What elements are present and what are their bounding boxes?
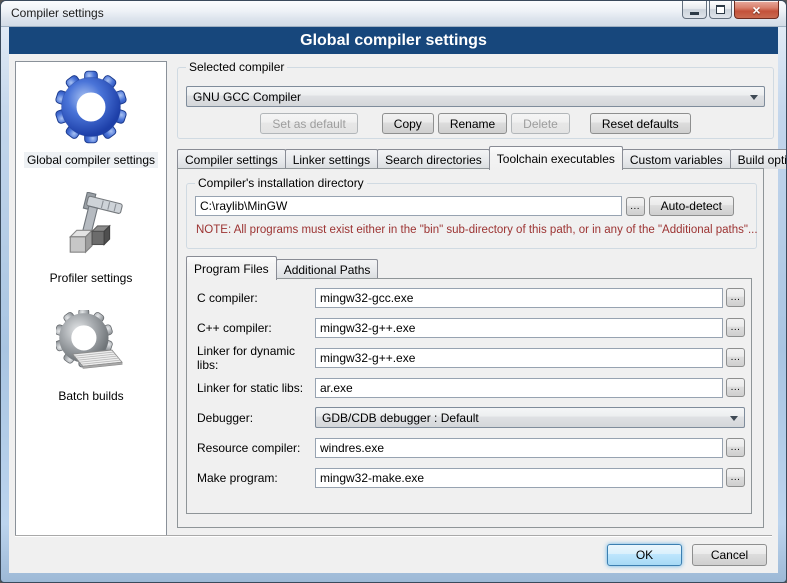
maximize-button[interactable] [709,1,732,19]
field-row-static-linker: Linker for static libs: ... [197,377,745,398]
sidebar-item-batch-builds[interactable]: Batch builds [55,310,126,404]
tab-custom-variables[interactable]: Custom variables [622,149,731,169]
reset-defaults-button[interactable]: Reset defaults [590,113,691,134]
window-title: Compiler settings [11,6,104,20]
tab-build-options[interactable]: Build options [730,149,787,169]
subtab-additional-paths[interactable]: Additional Paths [276,259,379,279]
rename-button[interactable]: Rename [438,113,507,134]
sidebar-item-label: Profiler settings [47,270,136,286]
sidebar-item-global-compiler-settings[interactable]: Global compiler settings [24,70,158,168]
page-title: Global compiler settings [9,27,778,54]
installation-directory-input[interactable] [195,196,622,216]
resource-compiler-input[interactable] [315,438,723,458]
caliper-icon [56,192,126,262]
tab-linker-settings[interactable]: Linker settings [285,149,378,169]
settings-tabstrip: Compiler settings Linker settings Search… [177,145,776,169]
debugger-select[interactable]: GDB/CDB debugger : Default [315,407,745,428]
program-files-subtabstrip: Program Files Additional Paths [186,256,377,279]
minimize-icon [690,12,699,15]
debugger-select-value: GDB/CDB debugger : Default [322,411,479,425]
field-label: Linker for dynamic libs: [197,344,315,372]
static-linker-input[interactable] [315,378,723,398]
compiler-settings-dialog: Compiler settings × Global compiler sett… [0,0,787,583]
field-row-debugger: Debugger: GDB/CDB debugger : Default [197,407,745,428]
toolchain-executables-page: Compiler's installation directory ... Au… [177,168,764,528]
auto-detect-button[interactable]: Auto-detect [649,196,734,216]
field-label: C compiler: [197,291,315,305]
copy-button[interactable]: Copy [382,113,434,134]
c-compiler-input[interactable] [315,288,723,308]
cpp-compiler-input[interactable] [315,318,723,338]
sidebar-item-label: Global compiler settings [24,152,158,168]
selected-compiler-group: Selected compiler GNU GCC Compiler Set a… [177,67,774,139]
settings-sidebar: Global compiler settings [15,61,167,537]
installation-directory-browse-button[interactable]: ... [626,197,645,216]
field-row-dynamic-linker: Linker for dynamic libs: ... [197,347,745,368]
sidebar-item-profiler-settings[interactable]: Profiler settings [47,192,136,286]
close-button[interactable]: × [734,1,779,19]
tab-search-directories[interactable]: Search directories [377,149,490,169]
minimize-button[interactable] [682,1,707,19]
compiler-select[interactable]: GNU GCC Compiler [186,86,765,107]
compiler-actions: Set as default Copy Rename Delete Reset … [178,113,773,134]
dynamic-linker-browse-button[interactable]: ... [726,348,745,367]
field-row-c-compiler: C compiler: ... [197,287,745,308]
make-program-browse-button[interactable]: ... [726,468,745,487]
group-legend: Selected compiler [186,60,287,74]
group-legend: Compiler's installation directory [195,176,367,190]
cpp-compiler-browse-button[interactable]: ... [726,318,745,337]
resource-compiler-browse-button[interactable]: ... [726,438,745,457]
gear-stack-icon [56,310,126,380]
c-compiler-browse-button[interactable]: ... [726,288,745,307]
compiler-select-value: GNU GCC Compiler [193,90,301,104]
dynamic-linker-input[interactable] [315,348,723,368]
make-program-input[interactable] [315,468,723,488]
program-files-panel: C compiler: ... C++ compiler: ... Linker… [186,278,752,514]
tab-toolchain-executables[interactable]: Toolchain executables [489,146,623,170]
field-row-make-program: Make program: ... [197,467,745,488]
set-as-default-button[interactable]: Set as default [260,113,357,134]
field-label: Debugger: [197,411,315,425]
static-linker-browse-button[interactable]: ... [726,378,745,397]
installation-directory-group: Compiler's installation directory ... Au… [186,183,757,249]
chevron-down-icon [730,416,738,425]
dialog-body: Global compiler settings [9,54,778,573]
dialog-footer: OK Cancel [15,535,772,573]
installation-note: NOTE: All programs must exist either in … [196,224,758,236]
maximize-icon [716,5,725,14]
page-title-text: Global compiler settings [300,32,487,50]
field-row-resource-compiler: Resource compiler: ... [197,437,745,458]
tab-compiler-settings[interactable]: Compiler settings [177,149,286,169]
close-icon: × [752,2,760,18]
chevron-down-icon [750,95,758,104]
gear-blue-icon [54,70,128,144]
field-label: Make program: [197,471,315,485]
ok-button[interactable]: OK [607,544,682,566]
titlebar[interactable]: Compiler settings × [1,1,786,27]
sidebar-item-label: Batch builds [55,388,126,404]
delete-button[interactable]: Delete [511,113,570,134]
window-controls: × [680,1,779,19]
field-label: Resource compiler: [197,441,315,455]
field-label: C++ compiler: [197,321,315,335]
field-label: Linker for static libs: [197,381,315,395]
field-row-cpp-compiler: C++ compiler: ... [197,317,745,338]
subtab-program-files[interactable]: Program Files [186,256,277,280]
cancel-button[interactable]: Cancel [692,544,767,566]
main-panel: Selected compiler GNU GCC Compiler Set a… [175,54,778,535]
